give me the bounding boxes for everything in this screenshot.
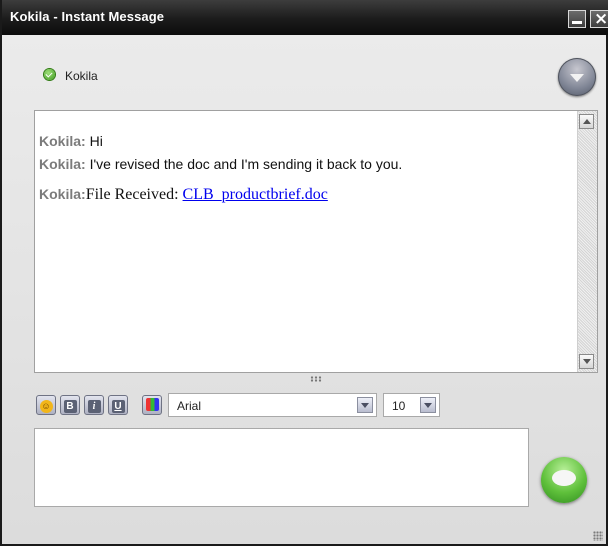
scroll-up-button[interactable] (579, 114, 594, 129)
bold-label: B (63, 400, 77, 413)
message-item: Kokila:File Received: CLB_productbrief.d… (39, 186, 328, 204)
italic-label: i (87, 400, 101, 413)
message-text: Hi (89, 133, 103, 149)
file-link[interactable]: CLB_productbrief.doc (183, 186, 328, 203)
message-input[interactable] (34, 428, 529, 507)
message-sender: Kokila: (39, 186, 86, 202)
font-size-value: 10 (392, 399, 406, 413)
message-item: Kokila: I've revised the doc and I'm sen… (39, 156, 402, 172)
close-button[interactable]: × (590, 9, 608, 29)
send-button[interactable] (541, 457, 587, 503)
im-window: Kokila - Instant Message × Kokila Kokila… (0, 0, 608, 546)
vertical-scrollbar[interactable] (577, 111, 597, 372)
message-text: I've revised the doc and I'm sending it … (89, 156, 403, 172)
scroll-down-button[interactable] (579, 354, 594, 369)
underline-label: U (111, 400, 125, 413)
chevron-down-icon[interactable] (357, 397, 373, 413)
window-title: Kokila - Instant Message (10, 9, 165, 24)
bold-button[interactable]: B (60, 395, 80, 415)
close-icon: × (594, 9, 608, 29)
italic-button[interactable]: i (84, 395, 104, 415)
underline-button[interactable]: U (108, 395, 128, 415)
title-bar[interactable]: Kokila - Instant Message × (2, 0, 608, 35)
message-sender: Kokila: (39, 133, 86, 149)
emoticon-button[interactable]: ☺ (36, 395, 56, 415)
splitter-grip[interactable] (310, 376, 322, 382)
message-item: Kokila: Hi (39, 133, 103, 149)
font-value: Arial (177, 399, 202, 413)
minimize-button[interactable] (568, 10, 586, 28)
font-size-select[interactable]: 10 (383, 393, 440, 417)
check-circle-icon (44, 69, 55, 80)
message-sender: Kokila: (39, 156, 86, 172)
chevron-down-icon[interactable] (420, 397, 436, 413)
message-text: File Received: (85, 186, 183, 203)
text-color-button[interactable] (142, 395, 162, 415)
smiley-icon: ☺ (39, 400, 53, 413)
resize-grip[interactable] (593, 531, 603, 541)
contact-name: Kokila (65, 69, 98, 83)
options-menu-button[interactable] (558, 58, 596, 96)
color-palette-icon (145, 398, 159, 411)
message-history[interactable]: Kokila: Hi Kokila: I've revised the doc … (34, 110, 598, 373)
font-select[interactable]: Arial (168, 393, 377, 417)
